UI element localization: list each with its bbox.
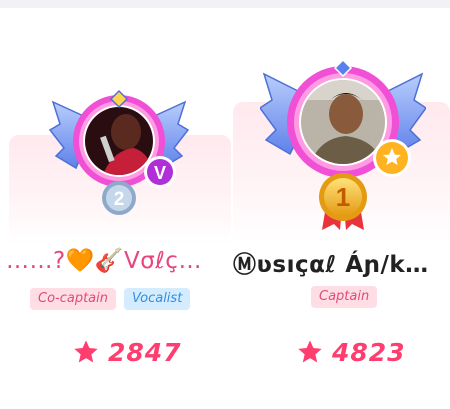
score-display: 4823: [296, 336, 406, 368]
star-badge: [373, 139, 411, 177]
avatar[interactable]: [301, 80, 385, 164]
role-tag: Captain: [311, 286, 378, 308]
score-value: 4823: [332, 337, 406, 367]
member-emblem[interactable]: 1: [260, 54, 426, 232]
score-value: 2847: [108, 337, 182, 367]
score-display: 2847: [72, 336, 182, 368]
rank-number: 2: [114, 189, 125, 210]
rank-number: 1: [336, 182, 350, 212]
star-icon: [298, 340, 322, 363]
role-tag: Co-captain: [30, 288, 117, 310]
role-tag: Vocalist: [124, 288, 191, 310]
member-name[interactable]: Ⓜʋѕıçαℓ Áɲ/k…: [233, 245, 448, 279]
member-emblem[interactable]: V 2: [48, 88, 190, 226]
member-name[interactable]: ……?🧡🎸Vσℓç…: [6, 247, 232, 274]
top-divider-band: [0, 0, 450, 8]
star-icon: [74, 340, 98, 363]
badge-letter: V: [154, 163, 166, 183]
